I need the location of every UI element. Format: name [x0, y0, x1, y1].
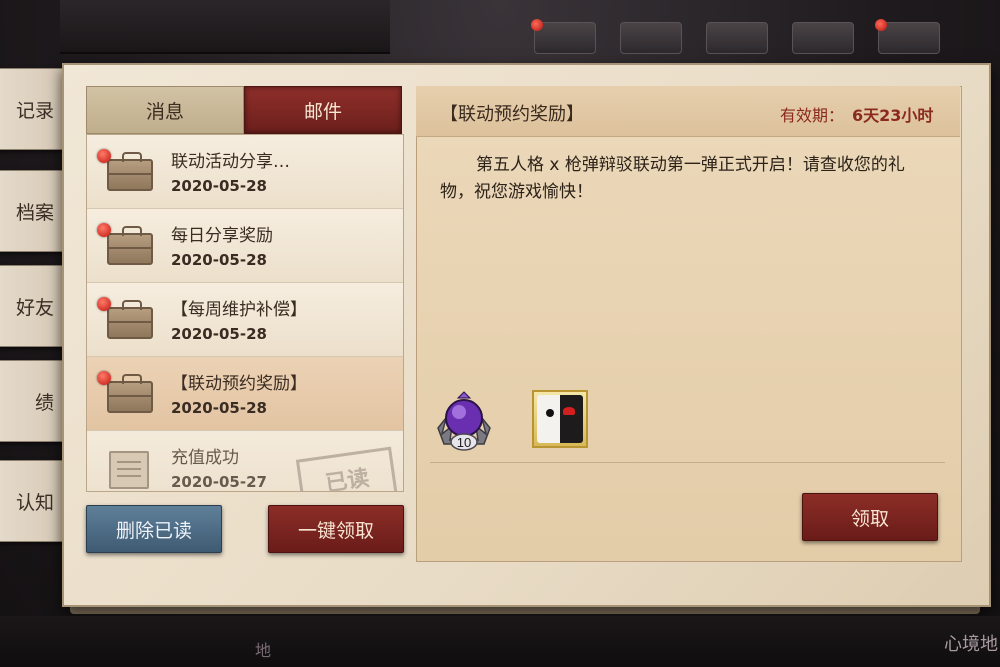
list-item[interactable]: 【每周维护补偿】 2020-05-28: [87, 283, 403, 357]
side-tab-label: 记录: [15, 99, 54, 122]
briefcase-icon: [107, 300, 153, 339]
notification-dot-icon: [531, 19, 543, 31]
mail-title: 【联动预约奖励】: [171, 374, 307, 394]
bottom-bar: [0, 616, 1000, 667]
delete-read-label: 删除已读: [115, 519, 192, 542]
top-frame-icon[interactable]: [620, 22, 682, 54]
purple-orb-icon[interactable]: 10: [432, 388, 496, 452]
mail-body: 第五人格 x 枪弹辩驳联动第一弹正式开启！请查收您的礼物，祝您游戏愉快！: [440, 155, 905, 202]
bottom-right-label[interactable]: 心境地: [944, 630, 998, 656]
desk-shelf: [60, 0, 390, 54]
reward-count: 10: [457, 435, 471, 450]
side-tab-label: 认知: [15, 491, 54, 514]
tab-messages[interactable]: 消息: [86, 86, 244, 134]
top-circle-icon[interactable]: [792, 22, 854, 54]
tab-mail-label: 邮件: [303, 100, 342, 123]
side-tab-label: 好友: [15, 296, 54, 319]
tab-mail[interactable]: 邮件: [244, 86, 402, 134]
validity-value: 6天23小时: [852, 106, 934, 125]
read-stamp: 已读: [295, 446, 399, 491]
mail-title: 联动活动分享…: [171, 152, 290, 172]
side-tab-achievements[interactable]: 绩: [0, 360, 65, 442]
side-tab-label: 档案: [15, 201, 54, 224]
list-item[interactable]: 充值成功 2020-05-27 已读: [87, 431, 403, 491]
claim-button[interactable]: 领取: [802, 493, 938, 541]
side-tab-archive[interactable]: 档案: [0, 170, 65, 252]
side-tab-label: 绩: [34, 391, 54, 414]
mail-screen: 记录 档案 好友 绩 认知 消息 邮件 联动活动分享… 2020-05-28 每…: [0, 0, 1000, 667]
briefcase-icon: [107, 152, 153, 191]
mail-date: 2020-05-28: [171, 251, 267, 269]
mail-detail-title: 【联动预约奖励】: [440, 104, 584, 125]
mail-title: 【每周维护补偿】: [171, 300, 307, 320]
briefcase-icon: [107, 226, 153, 265]
mail-title: 充值成功: [171, 448, 239, 468]
top-icon-bar: [531, 19, 940, 54]
mail-date: 2020-05-27: [171, 473, 267, 491]
validity-label: 有效期：: [780, 106, 845, 125]
list-item[interactable]: 每日分享奖励 2020-05-28: [87, 209, 403, 283]
bottom-left-label: 地: [255, 641, 272, 660]
detail-divider: [430, 462, 945, 463]
mail-title: 每日分享奖励: [171, 226, 273, 246]
notification-dot-icon: [875, 19, 887, 31]
side-tab-record[interactable]: 记录: [0, 68, 65, 150]
list-item[interactable]: 联动活动分享… 2020-05-28: [87, 135, 403, 209]
mail-date: 2020-05-28: [171, 177, 267, 195]
briefcase-icon: [107, 374, 153, 413]
unread-dot-icon: [97, 371, 111, 385]
side-tab-friends[interactable]: 好友: [0, 265, 65, 347]
mail-date: 2020-05-28: [171, 325, 267, 343]
delete-read-button[interactable]: 删除已读: [86, 505, 222, 553]
claim-label: 领取: [850, 507, 889, 530]
purple-orb-graphic: 10: [437, 391, 491, 451]
top-badge-icon[interactable]: [706, 22, 768, 54]
side-tab-cognition[interactable]: 认知: [0, 460, 65, 542]
top-mail-icon[interactable]: [875, 19, 940, 54]
claim-all-label: 一键领取: [297, 519, 374, 542]
mail-tabs: 消息 邮件: [86, 86, 402, 134]
unread-dot-icon: [97, 149, 111, 163]
monokuma-card-icon[interactable]: [532, 390, 588, 448]
unread-dot-icon: [97, 223, 111, 237]
mail-list[interactable]: 联动活动分享… 2020-05-28 每日分享奖励 2020-05-28 【每周…: [86, 134, 404, 492]
list-item-selected[interactable]: 【联动预约奖励】 2020-05-28: [87, 357, 403, 431]
top-envelope-icon[interactable]: [531, 19, 596, 54]
tab-messages-label: 消息: [145, 100, 184, 123]
monokuma-face-icon: [537, 395, 583, 443]
unread-dot-icon: [97, 297, 111, 311]
claim-all-button[interactable]: 一键领取: [268, 505, 404, 553]
mail-date: 2020-05-28: [171, 399, 267, 417]
document-icon: [109, 451, 149, 489]
